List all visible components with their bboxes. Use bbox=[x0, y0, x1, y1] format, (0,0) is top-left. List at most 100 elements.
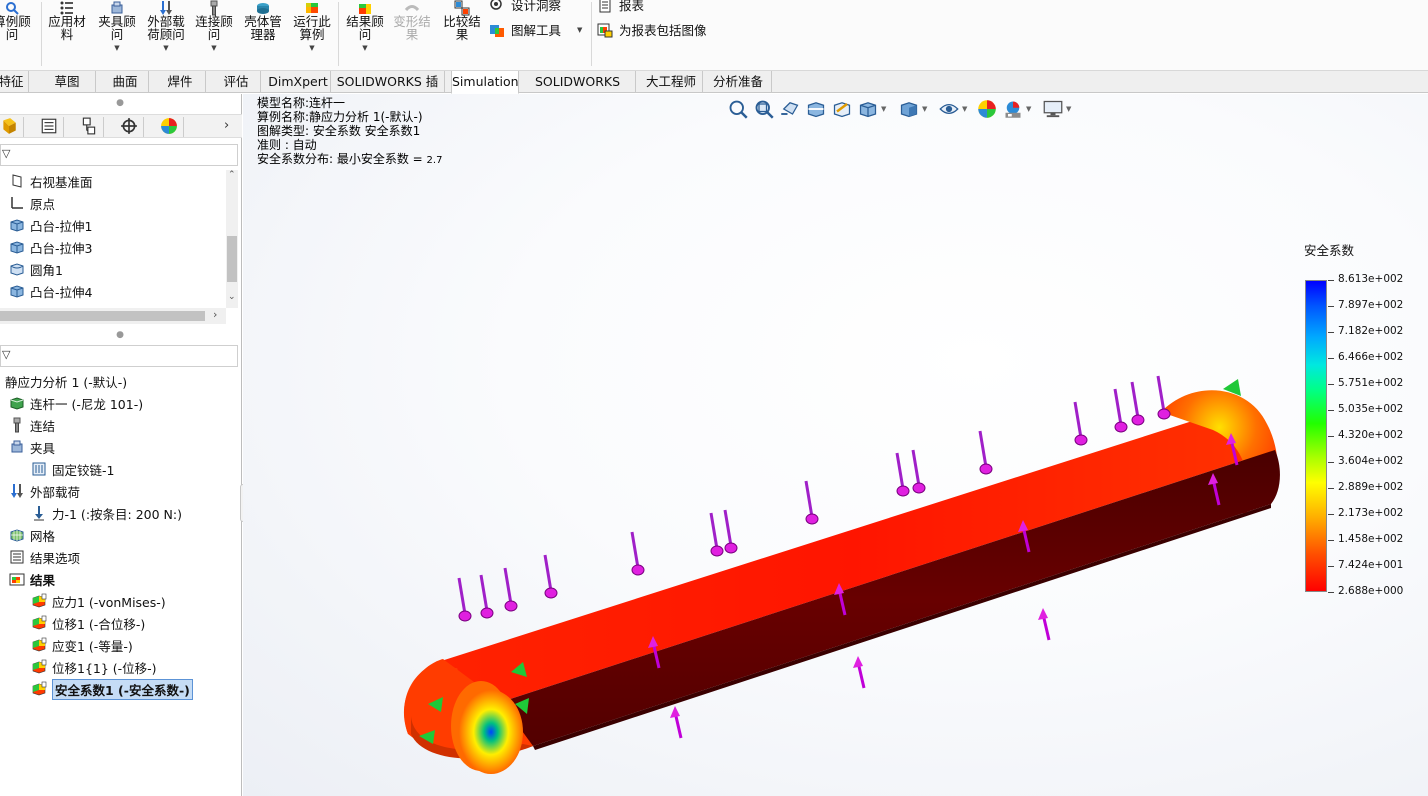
force-arrow bbox=[630, 531, 640, 569]
force-arrow-head bbox=[1131, 414, 1145, 426]
force-arrow-head bbox=[1114, 421, 1128, 433]
feature-tree-vscroll[interactable]: ⌃ ⌄ bbox=[226, 170, 238, 308]
feature-tree-item[interactable]: 原点 bbox=[9, 193, 55, 213]
study-tree-item[interactable]: 力-1 (:按条目: 200 N:) bbox=[31, 503, 182, 523]
feature-tree-item-label: 凸台-拉伸3 bbox=[30, 240, 93, 256]
panel-tabs-scroll-right[interactable]: › bbox=[224, 118, 229, 133]
dropdown-arrow-icon[interactable]: ▼ bbox=[309, 42, 314, 55]
legend-tick bbox=[1328, 488, 1334, 489]
force-arrow bbox=[1156, 375, 1166, 413]
include-image-button[interactable]: 为报表包括图像 bbox=[597, 20, 707, 39]
dropdown-arrow-icon[interactable]: ▼ bbox=[211, 42, 216, 55]
plot-tools-button[interactable]: 图解工具 ▼ bbox=[489, 20, 582, 39]
connecting-rod-model[interactable] bbox=[243, 94, 1428, 796]
connections-advisor-button[interactable]: 连接顾 问 ▼ bbox=[192, 0, 236, 55]
feature-tree-filter[interactable]: ▽ bbox=[0, 144, 238, 166]
tab-7[interactable]: Simulation bbox=[451, 71, 519, 94]
compare-results-icon bbox=[453, 0, 471, 16]
study-tree-item[interactable]: 安全系数1 (-安全系数-) bbox=[31, 678, 193, 700]
force-arrow-head bbox=[805, 513, 819, 525]
tab-1[interactable]: 草图 bbox=[39, 71, 96, 93]
tab-6[interactable]: SOLIDWORKS 插件 bbox=[331, 71, 445, 110]
tab-10[interactable]: 分析准备 bbox=[705, 71, 772, 93]
origin-icon bbox=[9, 195, 25, 211]
panel-tab-feature-manager[interactable] bbox=[0, 117, 24, 137]
dropdown-arrow-icon[interactable]: ▼ bbox=[362, 42, 367, 55]
include-image-icon bbox=[597, 22, 613, 38]
report-button[interactable]: 报表 bbox=[597, 0, 644, 14]
feature-tree-item[interactable]: 圆角1 bbox=[9, 259, 63, 279]
study-tree-item[interactable]: 固定铰链-1 bbox=[31, 459, 114, 479]
force-arrow bbox=[895, 452, 905, 490]
feature-tree-item-label: 圆角1 bbox=[30, 262, 63, 278]
tab-9[interactable]: 大工程师 bbox=[640, 71, 703, 93]
force-arrow-head bbox=[724, 542, 738, 554]
panel-tab-display-manager[interactable] bbox=[154, 117, 184, 137]
tab-0[interactable]: 特征 bbox=[0, 71, 29, 93]
run-study-icon bbox=[303, 0, 321, 14]
tab-8[interactable]: SOLIDWORKS MBD bbox=[520, 71, 636, 110]
plot-tools-label: 图解工具 bbox=[511, 23, 562, 38]
extrude-icon bbox=[9, 239, 25, 255]
feature-tree-item-label: 右视基准面 bbox=[30, 174, 93, 190]
feature-tree-hscroll[interactable]: › bbox=[0, 308, 226, 324]
feature-tree-item[interactable]: 凸台-拉伸1 bbox=[9, 215, 92, 235]
run-study-button[interactable]: 运行此 算例 ▼ bbox=[290, 0, 334, 55]
study-tree-item[interactable]: 位移1 (-合位移-) bbox=[31, 613, 145, 633]
study-tree-item[interactable]: 静应力分析 1 (-默认-) bbox=[5, 371, 127, 391]
feature-tree-item[interactable]: 凸台-拉伸3 bbox=[9, 237, 92, 257]
compare-results-button[interactable]: 比较结 果 bbox=[440, 0, 484, 41]
dropdown-arrow-icon[interactable]: ▼ bbox=[577, 26, 582, 34]
study-tree-item[interactable]: 外部载荷 bbox=[9, 481, 80, 501]
study-tree-item[interactable]: 夹具 bbox=[9, 437, 55, 457]
loads-advisor-button[interactable]: 外部载 荷顾问 ▼ bbox=[144, 0, 188, 55]
panel-splitter-grip[interactable]: ● bbox=[0, 98, 240, 108]
report-label: 报表 bbox=[619, 0, 645, 13]
hscroll-thumb[interactable] bbox=[0, 311, 205, 321]
panel-tab-property-manager[interactable] bbox=[34, 117, 64, 137]
panel-tab-dimxpert-manager[interactable] bbox=[114, 117, 144, 137]
study-tree-item[interactable]: 网格 bbox=[9, 525, 55, 545]
factor-of-safety-legend[interactable]: 安全系数 8.613e+002 7.897e+002 7.182e+002 6.466… bbox=[1303, 239, 1413, 599]
legend-value-label: 7.424e+001 bbox=[1338, 559, 1404, 571]
dropdown-arrow-icon[interactable]: ▼ bbox=[163, 42, 168, 55]
legend-value-label: 3.604e+002 bbox=[1338, 455, 1404, 467]
vscroll-thumb[interactable] bbox=[227, 236, 237, 282]
legend-color-bar bbox=[1305, 280, 1327, 592]
simulation-tree-filter[interactable]: ▽ bbox=[0, 345, 238, 367]
study-advisor-label: 算例顾 问 bbox=[0, 14, 31, 42]
study-tree-item[interactable]: 结果选项 bbox=[9, 547, 80, 567]
study-tree-item[interactable]: 结果 bbox=[9, 569, 55, 589]
study-tree-item-label: 静应力分析 1 (-默认-) bbox=[5, 374, 128, 390]
apply-material-button[interactable]: 应用材 料 bbox=[45, 0, 89, 41]
study-tree-item[interactable]: 连结 bbox=[9, 415, 55, 435]
dropdown-arrow-icon[interactable]: ▼ bbox=[114, 42, 119, 55]
deformed-result-button[interactable]: 变形结 果 bbox=[390, 0, 434, 41]
study-tree-item[interactable]: 应力1 (-vonMises-) bbox=[31, 591, 166, 611]
study-advisor-button[interactable]: 算例顾 问 bbox=[0, 0, 34, 41]
graphics-viewport[interactable]: 模型名称:连杆一 算例名称:静应力分析 1(-默认-) 图解类型: 安全系数 安全系… bbox=[243, 94, 1428, 796]
tab-5[interactable]: DimXpert bbox=[266, 71, 331, 93]
compare-results-label: 比较结 果 bbox=[443, 14, 481, 42]
panel-splitter-grip[interactable]: ● bbox=[0, 330, 240, 340]
study-tree-item[interactable]: 连杆一 (-尼龙 101-) bbox=[9, 393, 143, 413]
fixtures-advisor-button[interactable]: 夹具顾 问 ▼ bbox=[95, 0, 139, 55]
design-insight-button[interactable]: 设计洞察 bbox=[489, 0, 561, 14]
tab-2[interactable]: 曲面 bbox=[102, 71, 149, 93]
results-advisor-button[interactable]: 结果顾 问 ▼ bbox=[343, 0, 387, 55]
tab-4[interactable]: 评估 bbox=[212, 71, 261, 93]
force-arrow bbox=[479, 574, 489, 612]
feature-tree-item[interactable]: 右视基准面 bbox=[9, 171, 93, 191]
bar-side-face bbox=[473, 450, 1280, 749]
tab-3[interactable]: 焊件 bbox=[155, 71, 206, 93]
pin-face bbox=[459, 690, 523, 774]
panel-tab-configuration-manager[interactable] bbox=[74, 117, 104, 137]
force-arrow-head bbox=[1157, 408, 1171, 420]
feature-tree-item[interactable]: 凸台-拉伸4 bbox=[9, 281, 92, 301]
study-tree-item[interactable]: 应变1 (-等量-) bbox=[31, 635, 133, 655]
mesh-icon bbox=[9, 527, 25, 543]
shell-manager-button[interactable]: 壳体管 理器 bbox=[241, 0, 285, 41]
study-tree-item[interactable]: 位移1{1} (-位移-) bbox=[31, 657, 157, 677]
force-arrow-head bbox=[912, 482, 926, 494]
legend-value-label: 5.035e+002 bbox=[1338, 403, 1404, 415]
